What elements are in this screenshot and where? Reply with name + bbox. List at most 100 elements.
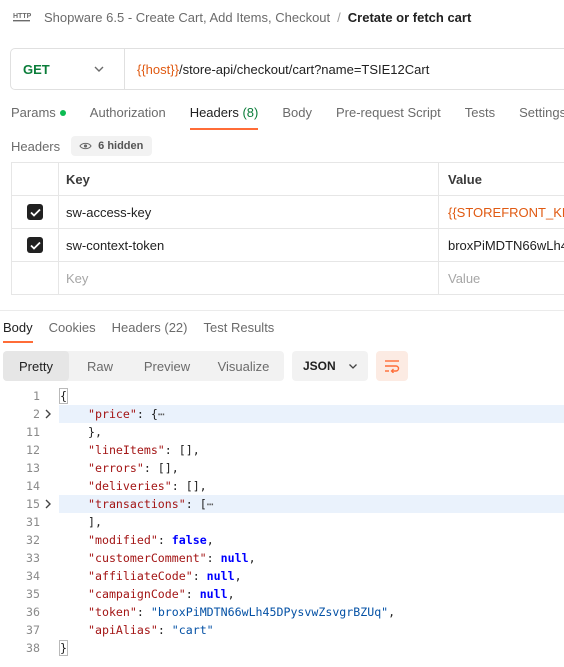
line-number: 2 [33, 407, 40, 421]
tab-response-headers[interactable]: Headers (22) [104, 317, 196, 343]
row-checkbox-cell [12, 229, 59, 261]
json-key: "apiAlias" [88, 623, 158, 637]
tab-settings[interactable]: Settings [507, 100, 564, 130]
tab-cookies[interactable]: Cookies [41, 317, 104, 343]
line-number: 1 [33, 389, 40, 403]
code-line: 33 "customerComment": null, [0, 549, 564, 567]
format-pretty-button[interactable]: Pretty [3, 351, 69, 381]
code-content: "apiAlias": "cart" [59, 623, 214, 637]
wrap-lines-button[interactable] [376, 351, 408, 381]
column-header-key: Key [59, 163, 439, 195]
tab-body[interactable]: Body [270, 100, 324, 130]
code-text: ], [59, 513, 564, 531]
line-number: 33 [26, 551, 40, 565]
line-number: 11 [26, 425, 40, 439]
line-number: 36 [26, 605, 40, 619]
json-string: "cart" [171, 623, 214, 637]
tab-test-results-label: Test Results [203, 320, 275, 335]
code-text: "customerComment": null, [59, 549, 564, 567]
code-text: }, [59, 423, 564, 441]
json-keyword: false [171, 533, 207, 547]
new-key-input[interactable]: Key [59, 262, 439, 294]
code-content: "token": "broxPiMDTN66wLh45DPysvwZsvgrBZ… [59, 605, 395, 619]
check-icon [29, 208, 41, 217]
format-visualize-button[interactable]: Visualize [203, 351, 284, 381]
language-select-label: JSON [303, 359, 336, 373]
format-raw-button[interactable]: Raw [69, 351, 131, 381]
header-value-cell[interactable]: broxPiMDTN66wLh45DPysvwZsvgrBZUq [439, 229, 564, 261]
code-line: 13 "errors": [], [0, 459, 564, 477]
line-number: 37 [26, 623, 40, 637]
tab-response-body[interactable]: Body [0, 317, 41, 343]
code-content: "campaignCode": null, [59, 587, 235, 601]
code-text: } [59, 639, 564, 657]
breadcrumb-collection[interactable]: Shopware 6.5 - Create Cart, Add Items, C… [44, 10, 330, 25]
code-text: "deliveries": [], [59, 477, 564, 495]
tab-headers-label: Headers [189, 105, 239, 120]
code-line: 38} [0, 639, 564, 657]
json-punct: : [157, 623, 172, 637]
tab-authorization-label: Authorization [89, 105, 166, 120]
row-checkbox[interactable] [27, 237, 43, 253]
http-icon: HTTP [12, 8, 32, 26]
json-brace: } [59, 640, 68, 656]
code-content: }, [59, 425, 102, 439]
header-key-cell[interactable]: sw-context-token [59, 229, 439, 261]
headers-table: Key Value sw-access-key {{STOREFRONT_KEY… [11, 162, 564, 295]
header-key-cell[interactable]: sw-access-key [59, 196, 439, 228]
url-input[interactable]: {{host}}/store-api/checkout/cart?name=TS… [125, 62, 429, 77]
hidden-count-label: 6 hidden [98, 140, 144, 152]
json-punct: , [206, 533, 214, 547]
code-content: "price": {⋯ [59, 407, 165, 421]
json-key: "errors" [88, 461, 144, 475]
code-text: "errors": [], [59, 459, 564, 477]
url-path: /store-api/checkout/cart?name=TSIE12Cart [178, 61, 430, 77]
json-key: "transactions" [88, 497, 186, 511]
table-row: sw-context-token broxPiMDTN66wLh45DPysvw… [11, 229, 564, 262]
json-key: "customerComment" [88, 551, 207, 565]
tab-test-results[interactable]: Test Results [196, 317, 283, 343]
row-checkbox[interactable] [27, 204, 43, 220]
code-content: ], [59, 515, 102, 529]
json-punct: , [388, 605, 396, 619]
tab-tests[interactable]: Tests [453, 100, 507, 130]
json-punct: ], [88, 515, 102, 529]
json-punct: : [], [164, 443, 200, 457]
language-select[interactable]: JSON [292, 351, 368, 381]
check-icon [29, 241, 41, 250]
chevron-right-icon[interactable] [42, 498, 54, 510]
tab-params[interactable]: Params [0, 100, 78, 130]
tab-authorization[interactable]: Authorization [78, 100, 178, 130]
request-title[interactable]: Cretate or fetch cart [348, 10, 472, 25]
json-key: "price" [88, 407, 137, 421]
json-punct: : [206, 551, 221, 565]
header-value-cell[interactable]: {{STOREFRONT_KEY}} [439, 196, 564, 228]
headers-section-label: Headers [11, 138, 61, 154]
chevron-down-icon [348, 364, 357, 369]
tab-headers[interactable]: Headers (8) [178, 100, 271, 130]
json-punct: , [248, 551, 256, 565]
line-number: 38 [26, 641, 40, 655]
hidden-headers-toggle[interactable]: 6 hidden [71, 136, 153, 156]
chevron-right-icon[interactable] [42, 408, 54, 420]
line-number: 15 [26, 497, 40, 511]
json-key: "campaignCode" [88, 587, 186, 601]
format-preview-button[interactable]: Preview [131, 351, 203, 381]
pane-divider[interactable] [0, 310, 564, 311]
url-host-variable: {{host}} [137, 61, 179, 77]
code-text: "affiliateCode": null, [59, 567, 564, 585]
code-text: "price": {⋯ [45, 405, 564, 423]
new-value-input[interactable]: Value [439, 262, 564, 294]
code-content: "transactions": [⋯ [59, 497, 214, 511]
tab-headers-count: (8) [242, 105, 259, 120]
code-line: 11}, [0, 423, 564, 441]
collapsed-ellipsis: ⋯ [157, 407, 165, 421]
json-punct: : [185, 587, 200, 601]
response-body-viewer[interactable]: 1{2 "price": {⋯ 11}, 12 "lineItems": [], 13 "e… [0, 387, 564, 657]
json-keyword: null [206, 569, 235, 583]
code-line: 37 "apiAlias": "cart" [0, 621, 564, 639]
method-select[interactable]: GET [11, 49, 125, 89]
line-number: 14 [26, 479, 40, 493]
json-key: "lineItems" [88, 443, 165, 457]
tab-prerequest-script[interactable]: Pre-request Script [324, 100, 453, 130]
